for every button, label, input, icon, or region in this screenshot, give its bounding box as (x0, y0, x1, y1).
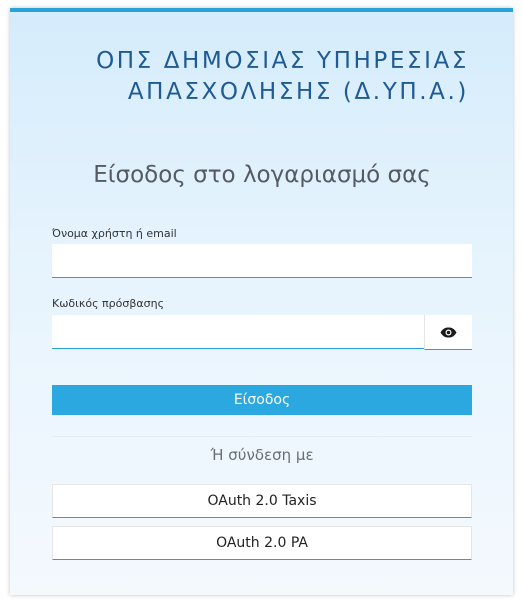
login-button[interactable]: Είσοδος (52, 385, 472, 415)
app-title-line1: ΟΠΣ ΔΗΜΟΣΙΑΣ ΥΠΗΡΕΣΙΑΣ (96, 48, 469, 74)
app-title-line2: ΑΠΑΣΧΟΛΗΣΗΣ (Δ.ΥΠ.Α.) (127, 79, 469, 105)
username-input[interactable] (52, 244, 472, 278)
oauth-taxis-button[interactable]: OAuth 2.0 Taxis (52, 484, 472, 518)
password-input[interactable] (52, 315, 424, 349)
divider (52, 436, 472, 437)
alt-login-text: Ή σύνδεση με (210, 446, 314, 464)
divider (52, 132, 472, 133)
oauth-pa-button[interactable]: OAuth 2.0 PA (52, 526, 472, 560)
show-password-button[interactable] (424, 315, 472, 350)
app-title: ΟΠΣ ΔΗΜΟΣΙΑΣ ΥΠΗΡΕΣΙΑΣ ΑΠΑΣΧΟΛΗΣΗΣ (Δ.ΥΠ… (96, 46, 469, 108)
eye-icon (440, 323, 457, 342)
username-label: Όνομα χρήστη ή email (52, 227, 177, 240)
login-card: ΟΠΣ ΔΗΜΟΣΙΑΣ ΥΠΗΡΕΣΙΑΣ ΑΠΑΣΧΟΛΗΣΗΣ (Δ.ΥΠ… (10, 8, 513, 595)
login-heading: Είσοδος στο λογαριασμό σας (93, 162, 431, 188)
password-label: Κωδικός πρόσβασης (52, 297, 165, 310)
